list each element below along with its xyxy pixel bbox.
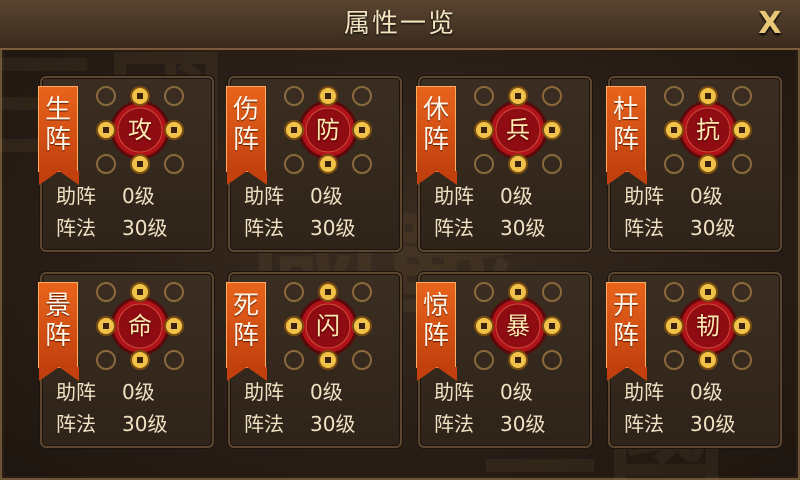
- row-label: 助阵: [244, 184, 284, 208]
- row-label: 阵法: [56, 412, 96, 436]
- formation-card[interactable]: 休阵 兵助阵 0级阵法 30级: [416, 76, 592, 252]
- formation-emblem-icon: 攻: [92, 82, 188, 178]
- formation-emblem-icon: 暴: [470, 278, 566, 374]
- formation-card[interactable]: 死阵 闪助阵 0级阵法 30级: [226, 272, 402, 448]
- emblem-glyph: 兵: [506, 116, 530, 144]
- row-label: 阵法: [624, 412, 664, 436]
- row-value: 30级: [690, 216, 736, 240]
- row-label: 助阵: [624, 184, 664, 208]
- row-value: 30级: [690, 412, 736, 436]
- page-title: 属性一览: [343, 9, 456, 39]
- formation-level-row: 阵法 30级: [244, 410, 394, 438]
- row-value: 30级: [500, 412, 546, 436]
- formation-emblem-icon: 防: [280, 82, 376, 178]
- row-label: 助阵: [56, 184, 96, 208]
- assist-level-row: 助阵 0级: [56, 182, 206, 210]
- row-value: 0级: [122, 380, 155, 404]
- row-value: 30级: [310, 216, 356, 240]
- formation-emblem-icon: 闪: [280, 278, 376, 374]
- formation-level-row: 阵法 30级: [434, 214, 584, 242]
- formation-card[interactable]: 开阵 韧助阵 0级阵法 30级: [606, 272, 782, 448]
- row-value: 0级: [690, 380, 723, 404]
- row-value: 30级: [122, 216, 168, 240]
- emblem-glyph: 闪: [316, 312, 340, 340]
- emblem-glyph: 防: [316, 116, 340, 144]
- assist-level-row: 助阵 0级: [56, 378, 206, 406]
- row-label: 助阵: [624, 380, 664, 404]
- formation-emblem-icon: 命: [92, 278, 188, 374]
- emblem-glyph: 攻: [128, 116, 152, 144]
- formation-level-row: 阵法 30级: [624, 214, 774, 242]
- row-label: 阵法: [244, 216, 284, 240]
- formation-name-tag: 惊阵: [416, 282, 457, 381]
- assist-level-row: 助阵 0级: [244, 182, 394, 210]
- row-value: 0级: [500, 380, 533, 404]
- formation-level-row: 阵法 30级: [56, 410, 206, 438]
- row-label: 阵法: [624, 216, 664, 240]
- emblem-glyph: 暴: [506, 312, 530, 340]
- row-label: 助阵: [434, 184, 474, 208]
- row-value: 0级: [122, 184, 155, 208]
- formation-emblem-icon: 抗: [660, 82, 756, 178]
- emblem-glyph: 抗: [696, 116, 720, 144]
- row-value: 30级: [310, 412, 356, 436]
- formation-emblem-icon: 兵: [470, 82, 566, 178]
- row-value: 30级: [500, 216, 546, 240]
- assist-level-row: 助阵 0级: [434, 182, 584, 210]
- row-value: 0级: [310, 380, 343, 404]
- row-value: 0级: [500, 184, 533, 208]
- row-label: 助阵: [244, 380, 284, 404]
- formation-card[interactable]: 生阵 攻助阵 0级阵法 30级: [38, 76, 214, 252]
- row-value: 0级: [310, 184, 343, 208]
- row-label: 助阵: [434, 380, 474, 404]
- row-label: 阵法: [434, 216, 474, 240]
- row-value: 30级: [122, 412, 168, 436]
- assist-level-row: 助阵 0级: [624, 182, 774, 210]
- close-button[interactable]: X: [752, 6, 788, 42]
- formation-name-tag: 休阵: [416, 86, 457, 185]
- emblem-glyph: 韧: [696, 312, 720, 340]
- formation-name-tag: 伤阵: [226, 86, 267, 185]
- formation-card[interactable]: 景阵 命助阵 0级阵法 30级: [38, 272, 214, 448]
- formation-name-tag: 杜阵: [606, 86, 647, 185]
- formation-level-row: 阵法 30级: [244, 214, 394, 242]
- row-label: 阵法: [434, 412, 474, 436]
- row-label: 阵法: [56, 216, 96, 240]
- formation-card[interactable]: 伤阵 防助阵 0级阵法 30级: [226, 76, 402, 252]
- formation-card[interactable]: 惊阵 暴助阵 0级阵法 30级: [416, 272, 592, 448]
- formation-card[interactable]: 杜阵 抗助阵 0级阵法 30级: [606, 76, 782, 252]
- attribute-overview-panel: 三國 國戰 三國 属性一览 X 生阵攻助阵0级阵法30级伤阵防助阵0级阵法30级…: [0, 0, 800, 480]
- row-label: 助阵: [56, 380, 96, 404]
- assist-level-row: 助阵 0级: [434, 378, 584, 406]
- formation-name-tag: 开阵: [606, 282, 647, 381]
- formation-level-row: 阵法 30级: [56, 214, 206, 242]
- assist-level-row: 助阵 0级: [624, 378, 774, 406]
- row-value: 0级: [690, 184, 723, 208]
- emblem-glyph: 命: [128, 312, 152, 340]
- formation-name-tag: 景阵: [38, 282, 79, 381]
- formation-level-row: 阵法 30级: [434, 410, 584, 438]
- row-label: 阵法: [244, 412, 284, 436]
- formation-emblem-icon: 韧: [660, 278, 756, 374]
- formation-level-row: 阵法 30级: [624, 410, 774, 438]
- formation-name-tag: 生阵: [38, 86, 79, 185]
- formation-name-tag: 死阵: [226, 282, 267, 381]
- assist-level-row: 助阵 0级: [244, 378, 394, 406]
